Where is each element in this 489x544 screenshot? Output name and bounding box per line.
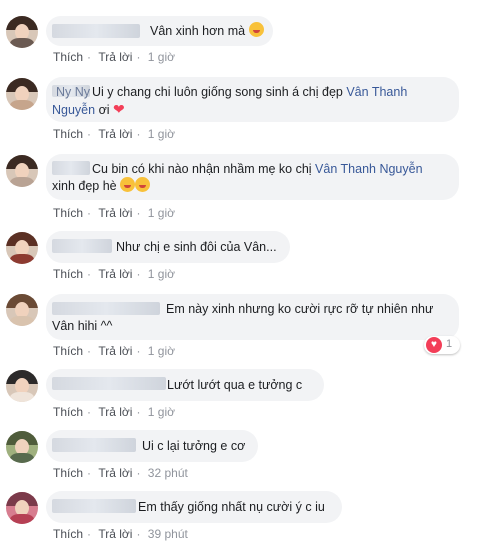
comment-text: Ui y chang chi luôn giống song sinh á ch…	[92, 85, 347, 99]
avatar[interactable]	[6, 232, 38, 264]
avatar[interactable]	[6, 492, 38, 524]
avatar[interactable]	[6, 294, 38, 326]
author-name-blurred[interactable]	[52, 239, 112, 253]
mention-link[interactable]: Vân Thanh	[346, 85, 407, 99]
comment-time[interactable]: 1 giờ	[148, 344, 175, 358]
love-reaction-icon: ♥	[426, 337, 442, 353]
smiling-face-with-hearts-icon	[120, 177, 136, 192]
like-link[interactable]: Thích	[53, 206, 83, 220]
comment-time[interactable]: 1 giờ	[148, 405, 175, 419]
avatar[interactable]	[6, 370, 38, 402]
like-link[interactable]: Thích	[53, 527, 83, 541]
reply-link[interactable]: Trả lời	[98, 466, 132, 480]
reaction-count: 1	[446, 338, 453, 350]
reply-link[interactable]: Trả lời	[98, 344, 132, 358]
comment-text-continued: Vân hihi ^^	[52, 319, 113, 333]
comment-text: Vân xinh hơn mà	[150, 24, 246, 38]
smiling-face-with-hearts-icon	[135, 177, 151, 192]
comment-bubble: Vân xinh hơn mà	[46, 16, 273, 46]
avatar[interactable]	[6, 431, 38, 463]
comment-bubble: Em này xinh nhưng ko cười rực rỡ tự nhiê…	[46, 294, 459, 340]
comment-text: Lướt lướt qua e tưởng c	[167, 378, 303, 392]
reply-link[interactable]: Trả lời	[98, 405, 132, 419]
comment-text: Như chị e sinh đôi của Vân...	[116, 240, 277, 254]
reply-link[interactable]: Trả lời	[98, 50, 132, 64]
reply-link[interactable]: Trả lời	[98, 206, 132, 220]
comment-bubble: Ui c lại tưởng e cơ	[46, 430, 258, 462]
comment-bubble: Ny Ny Ui y chang chi luôn giống song sin…	[46, 77, 459, 122]
like-link[interactable]: Thích	[53, 405, 83, 419]
author-name-blurred[interactable]	[52, 438, 136, 452]
author-name-blurred[interactable]	[52, 302, 160, 315]
comment-bubble: Như chị e sinh đôi của Vân...	[46, 231, 290, 263]
avatar[interactable]	[6, 78, 38, 110]
avatar[interactable]	[6, 16, 38, 48]
comment-text-continued: xinh đẹp hè	[52, 179, 117, 193]
comment-time[interactable]: 1 giờ	[148, 127, 175, 141]
avatar[interactable]	[6, 155, 38, 187]
author-name-blurred[interactable]	[52, 499, 136, 513]
like-link[interactable]: Thích	[53, 267, 83, 281]
comment-time[interactable]: 1 giờ	[148, 267, 175, 281]
grinning-squinting-tongue-icon	[248, 22, 264, 37]
comment-time[interactable]: 1 giờ	[148, 50, 175, 64]
reply-link[interactable]: Trả lời	[98, 527, 132, 541]
reply-link[interactable]: Trả lời	[98, 127, 132, 141]
comment-text: Em thấy giống nhất nụ cười ý c iu	[138, 500, 325, 514]
heart-icon: ❤	[113, 101, 125, 117]
like-link[interactable]: Thích	[53, 344, 83, 358]
comment-bubble: Em thấy giống nhất nụ cười ý c iu	[46, 491, 342, 523]
reaction-summary[interactable]: ♥ 1	[424, 336, 460, 354]
comment-bubble: Lướt lướt qua e tưởng c	[46, 369, 324, 401]
author-name[interactable]: Ny Ny	[56, 85, 90, 99]
comment-text: Ui c lại tưởng e cơ	[142, 439, 246, 453]
comment-time[interactable]: 39 phút	[148, 527, 188, 541]
comment-text-continued: ơi	[98, 103, 114, 117]
author-name-blurred[interactable]	[52, 24, 140, 38]
like-link[interactable]: Thích	[53, 50, 83, 64]
comment-bubble: Cu bin có khi nào nhận nhầm mẹ ko chị Vâ…	[46, 154, 459, 200]
like-link[interactable]: Thích	[53, 127, 83, 141]
reply-link[interactable]: Trả lời	[98, 267, 132, 281]
comment-time[interactable]: 1 giờ	[148, 206, 175, 220]
mention-link[interactable]: Nguyễn	[52, 103, 95, 117]
author-name-blurred[interactable]	[52, 161, 90, 175]
like-link[interactable]: Thích	[53, 466, 83, 480]
mention-link[interactable]: Vân Thanh Nguyễn	[315, 162, 423, 176]
comment-text: Em này xinh nhưng ko cười rực rỡ tự nhiê…	[166, 302, 434, 316]
author-name-blurred[interactable]	[52, 377, 166, 390]
comment-text: Cu bin có khi nào nhận nhầm mẹ ko chị	[92, 162, 316, 176]
comment-time[interactable]: 32 phút	[148, 466, 188, 480]
